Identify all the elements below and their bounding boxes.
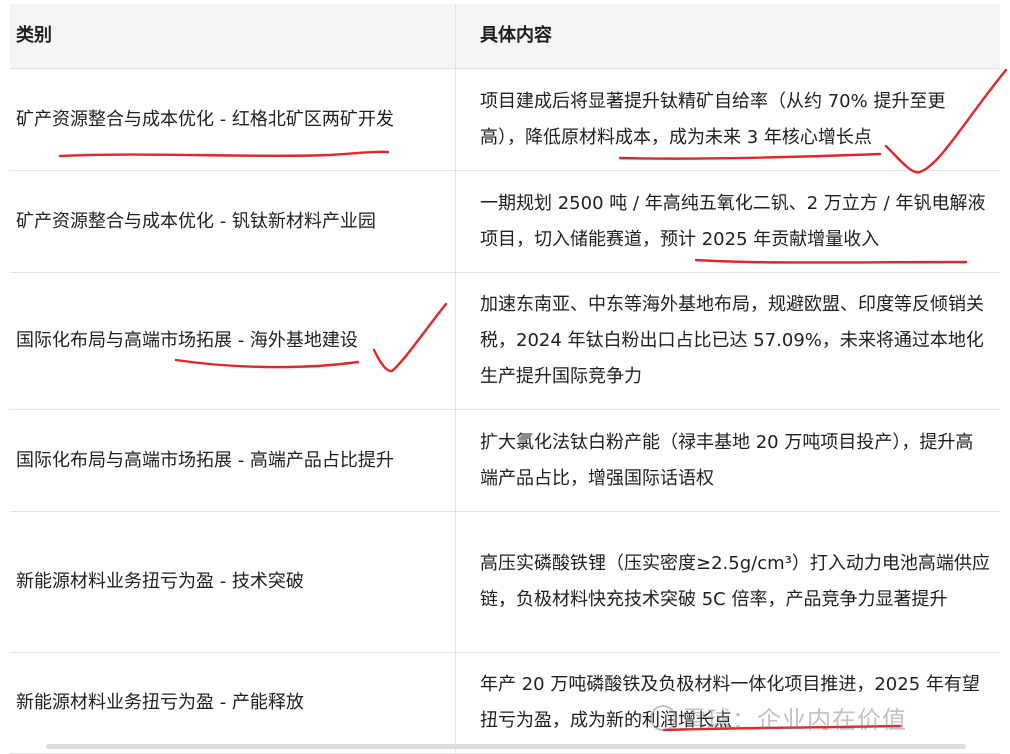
row-content: 扩大氯化法钛白粉产能（禄丰基地 20 万吨项目投产），提升高端产品占比，增强国际… [480,431,974,489]
data-table: 类别 具体内容 矿产资源整合与成本优化 - 红格北矿区两矿开发 项目建成后将显著… [10,4,1000,754]
watermark-text: 雪球：企业内在价值 [682,706,907,734]
row-category: 矿产资源整合与成本优化 - 钒钛新材料产业园 [10,171,456,272]
table-row: 矿产资源整合与成本优化 - 红格北矿区两矿开发 项目建成后将显著提升钛精矿自给率… [10,69,1000,171]
watermark: 雪球：企业内在价值 [650,700,907,735]
table-row: 国际化布局与高端市场拓展 - 高端产品占比提升 扩大氯化法钛白粉产能（禄丰基地 … [10,410,1000,512]
table-row: 国际化布局与高端市场拓展 - 海外基地建设 加速东南亚、中东等海外基地布局，规避… [10,273,1000,410]
row-content: 一期规划 2500 吨 / 年高纯五氧化二钒、2 万立方 / 年钒电解液项目，切… [480,192,986,250]
row-content: 项目建成后将显著提升钛精矿自给率（从约 70% 提升至更高），降低原材料成本，成… [480,90,946,148]
header-category: 类别 [10,4,456,68]
table-header-row: 类别 具体内容 [10,4,1000,69]
row-content: 加速东南亚、中东等海外基地布局，规避欧盟、印度等反倾销关税，2024 年钛白粉出… [480,294,984,387]
snowball-logo-icon [650,704,676,731]
row-category: 新能源材料业务扭亏为盈 - 产能释放 [10,653,456,753]
row-category: 国际化布局与高端市场拓展 - 高端产品占比提升 [10,410,456,511]
horizontal-scrollbar[interactable] [46,744,966,749]
row-category: 新能源材料业务扭亏为盈 - 技术突破 [10,512,456,652]
table-row: 矿产资源整合与成本优化 - 钒钛新材料产业园 一期规划 2500 吨 / 年高纯… [10,171,1000,273]
header-content: 具体内容 [480,25,552,46]
row-category: 矿产资源整合与成本优化 - 红格北矿区两矿开发 [10,69,456,170]
row-category: 国际化布局与高端市场拓展 - 海外基地建设 [10,273,456,409]
row-content: 高压实磷酸铁锂（压实密度≥2.5g/cm³）打入动力电池高端供应链，负极材料快充… [480,553,990,610]
table-row: 新能源材料业务扭亏为盈 - 技术突破 高压实磷酸铁锂（压实密度≥2.5g/cm³… [10,512,1000,653]
